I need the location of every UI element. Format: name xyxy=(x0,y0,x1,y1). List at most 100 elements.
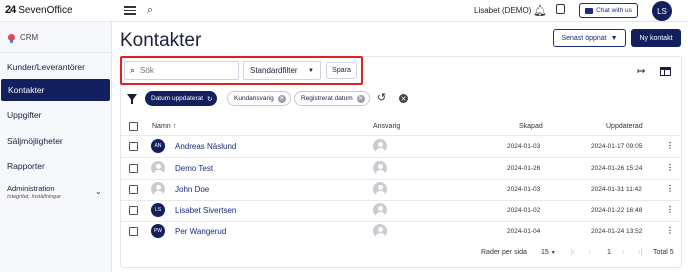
contact-name-link[interactable]: Andreas Näslund xyxy=(175,142,236,151)
search-icon[interactable]: ⌕ xyxy=(147,4,153,17)
search-field[interactable]: ⌕ xyxy=(124,61,239,80)
column-header-responsible[interactable]: Ansvarig xyxy=(373,123,400,130)
divider xyxy=(121,179,681,180)
app-logo[interactable]: 24 SevenOffice xyxy=(5,4,73,16)
column-name-label: Namn xyxy=(152,123,171,130)
sort-toggle-icon[interactable]: ↻ xyxy=(207,95,212,103)
undo-icon[interactable]: ↺ xyxy=(377,91,386,104)
row-checkbox[interactable] xyxy=(129,142,138,151)
chat-label: Chat with us xyxy=(596,7,632,14)
contact-name-link[interactable]: Demo Test xyxy=(175,164,213,173)
contact-avatar-icon xyxy=(151,161,165,175)
filter-icon[interactable] xyxy=(127,94,137,104)
avatar[interactable]: LS xyxy=(652,1,672,21)
prev-page-icon[interactable]: ‹ xyxy=(589,249,591,256)
contact-name-link[interactable]: Lisabet Sivertsen xyxy=(175,206,236,215)
last-page-icon[interactable]: ›| xyxy=(638,249,642,256)
column-header-created[interactable]: Skapad xyxy=(519,123,543,130)
new-contact-button[interactable]: Ny kontakt xyxy=(631,29,681,47)
more-options-icon[interactable]: ⋮ xyxy=(666,163,674,172)
created-date: 2024-01-02 xyxy=(507,207,541,214)
responsible-avatar-icon xyxy=(373,161,387,175)
sidebar-item-tasks[interactable]: Uppgifter xyxy=(0,104,110,126)
chip-label: Kundansvarig xyxy=(234,95,274,102)
first-page-icon[interactable]: |‹ xyxy=(571,249,575,256)
caret-down-icon: ▼ xyxy=(610,34,618,42)
clear-filters-icon[interactable]: ✕ xyxy=(399,94,408,103)
updated-date: 2024-01-31 11:42 xyxy=(591,186,642,193)
remove-chip-icon[interactable]: ✕ xyxy=(356,94,365,103)
module-switcher[interactable]: CRM xyxy=(8,33,38,43)
more-options-icon[interactable]: ⋮ xyxy=(666,205,674,214)
recently-opened-label: Senast öppnat xyxy=(561,34,607,42)
export-icon[interactable]: ↦ xyxy=(637,66,645,77)
responsible-avatar-icon xyxy=(373,224,387,238)
contact-name-link[interactable]: John Doe xyxy=(175,185,209,194)
created-date: 2024-01-04 xyxy=(507,228,541,235)
sidebar-item-opportunities[interactable]: Säljmöjligheter xyxy=(0,130,110,152)
next-page-icon[interactable]: › xyxy=(622,249,624,256)
chip-responsible[interactable]: Kundansvarig ✕ xyxy=(227,91,291,106)
chip-date-updated[interactable]: Datum uppdaterat ↻ xyxy=(145,91,217,106)
admin-label: Administration xyxy=(7,184,55,193)
chat-button[interactable]: Chat with us xyxy=(579,3,638,18)
sidebar-item-contacts[interactable]: Kontakter xyxy=(1,79,110,101)
contact-avatar: PW xyxy=(151,224,165,238)
filter-select[interactable]: Standardfilter ▼ xyxy=(243,61,321,80)
search-icon: ⌕ xyxy=(130,65,136,75)
row-checkbox[interactable] xyxy=(129,227,138,236)
row-checkbox[interactable] xyxy=(129,185,138,194)
created-date: 2024-01-03 xyxy=(507,186,541,193)
column-header-updated[interactable]: Uppdaterad xyxy=(606,123,643,130)
rows-per-page-select[interactable]: 15 ▼ xyxy=(541,249,556,256)
more-options-icon[interactable]: ⋮ xyxy=(666,184,674,193)
contact-name-link[interactable]: Per Wangerud xyxy=(175,227,226,236)
page-title: Kontakter xyxy=(120,30,202,51)
divider xyxy=(121,135,681,136)
more-options-icon[interactable]: ⋮ xyxy=(666,141,674,150)
chip-label: Registrerat datum xyxy=(301,95,353,102)
chevron-down-icon[interactable]: ⌄ xyxy=(95,187,102,196)
save-filter-button[interactable]: Spara xyxy=(326,62,357,79)
divider xyxy=(121,157,681,158)
columns-icon[interactable] xyxy=(660,67,671,76)
sort-asc-icon: ↑ xyxy=(172,123,177,130)
notes-icon[interactable] xyxy=(556,4,565,14)
divider xyxy=(121,200,681,201)
bell-icon[interactable]: 🔔︎ xyxy=(533,4,547,17)
row-checkbox[interactable] xyxy=(129,206,138,215)
page-number[interactable]: 1 xyxy=(607,249,611,256)
chip-registered-date[interactable]: Registrerat datum ✕ xyxy=(294,91,370,106)
sidebar-item-reports[interactable]: Rapporter xyxy=(0,155,110,177)
column-header-name[interactable]: Namn ↑ xyxy=(152,123,176,130)
updated-date: 2024-01-22 16:48 xyxy=(591,207,643,214)
created-date: 2024-01-26 xyxy=(507,165,541,172)
select-all-checkbox[interactable] xyxy=(129,122,138,131)
logo-mark: 24 xyxy=(5,4,16,16)
divider xyxy=(121,221,681,222)
rows-per-page-value: 15 xyxy=(541,249,549,256)
logo-text: SevenOffice xyxy=(18,4,73,16)
menu-icon[interactable] xyxy=(124,4,136,16)
responsible-avatar-icon xyxy=(373,203,387,217)
sidebar-item-customers[interactable]: Kunder/Leverantörer xyxy=(0,56,110,78)
top-bar: 24 SevenOffice ⌕ Lisabet (DEMO) 🔔︎ Chat w… xyxy=(0,0,688,22)
recently-opened-button[interactable]: Senast öppnat ▼ xyxy=(553,29,626,47)
search-input[interactable] xyxy=(140,66,231,75)
total-count: Total 5 xyxy=(653,249,674,256)
more-options-icon[interactable]: ⋮ xyxy=(666,226,674,235)
remove-chip-icon[interactable]: ✕ xyxy=(277,94,286,103)
updated-date: 2024-01-17 09:05 xyxy=(591,143,643,150)
chat-icon xyxy=(585,7,594,14)
user-name[interactable]: Lisabet (DEMO) xyxy=(474,6,531,15)
contact-avatar: AN xyxy=(151,139,165,153)
updated-date: 2024-01-26 15:24 xyxy=(591,165,643,172)
responsible-avatar-icon xyxy=(373,139,387,153)
filter-select-value: Standardfilter xyxy=(250,66,298,75)
sidebar-item-administration[interactable]: Administration Integritet, Inställningar xyxy=(7,184,61,200)
contact-avatar: LS xyxy=(151,203,165,217)
contact-avatar-icon xyxy=(151,182,165,196)
caret-down-icon: ▼ xyxy=(308,67,314,74)
row-checkbox[interactable] xyxy=(129,164,138,173)
created-date: 2024-01-03 xyxy=(507,143,541,150)
